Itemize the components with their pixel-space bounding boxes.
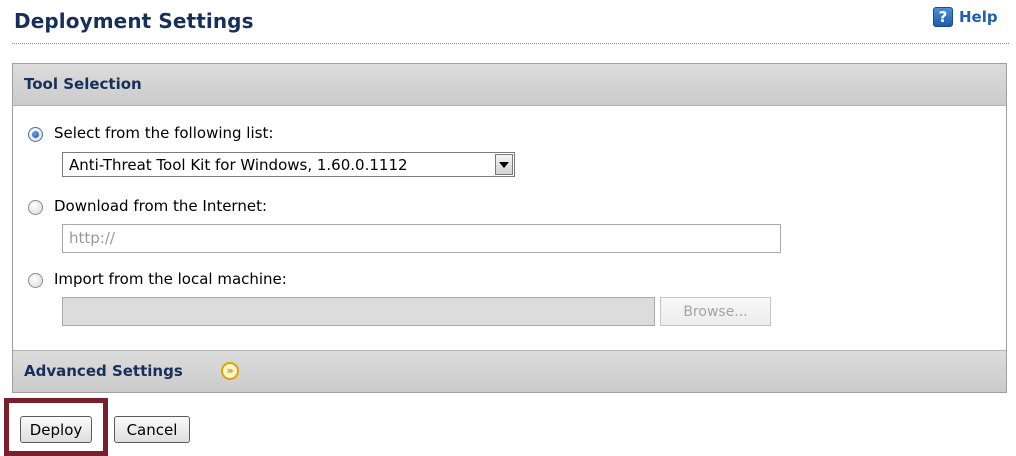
radio-import-from-local[interactable] [28, 273, 43, 288]
local-file-path-input[interactable] [62, 297, 655, 326]
advanced-settings-toggle[interactable]: Advanced Settings » [13, 350, 1006, 392]
cancel-button[interactable]: Cancel [114, 416, 190, 443]
radio-select-from-list[interactable] [28, 127, 43, 142]
tool-selection-panel: Tool Selection Select from the following… [12, 63, 1007, 393]
page-title: Deployment Settings [14, 9, 254, 33]
help-icon: ? [933, 7, 953, 27]
option-label-download-from-internet: Download from the Internet: [54, 197, 268, 215]
help-label: Help [959, 8, 998, 26]
browse-button[interactable]: Browse... [660, 297, 771, 326]
option-label-select-from-list: Select from the following list: [54, 124, 274, 142]
tool-list-dropdown[interactable]: Anti-Threat Tool Kit for Windows, 1.60.0… [62, 152, 515, 177]
advanced-settings-label: Advanced Settings [24, 362, 183, 380]
expand-chevrons-icon[interactable]: » [221, 362, 239, 380]
dropdown-arrow-icon[interactable] [495, 154, 513, 175]
tool-list-selected-value: Anti-Threat Tool Kit for Windows, 1.60.0… [69, 156, 408, 174]
radio-download-from-internet[interactable] [28, 200, 43, 215]
deploy-button[interactable]: Deploy [20, 416, 92, 443]
title-divider [12, 43, 1009, 44]
tool-selection-title: Tool Selection [24, 75, 142, 93]
option-label-import-from-local: Import from the local machine: [54, 270, 287, 288]
help-link[interactable]: ? Help [933, 7, 998, 27]
download-url-input[interactable]: http:// [62, 224, 781, 253]
tool-selection-header: Tool Selection [13, 64, 1006, 106]
